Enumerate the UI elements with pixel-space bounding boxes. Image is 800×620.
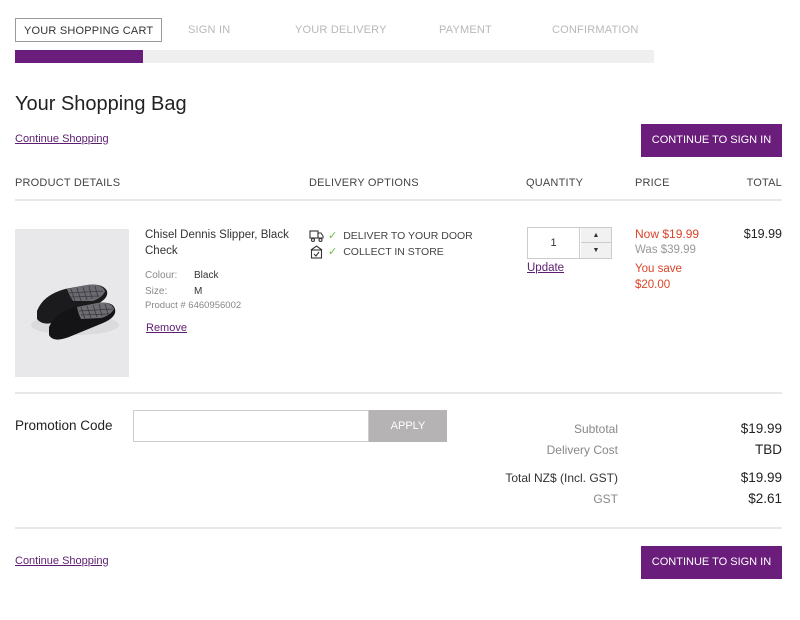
you-save-label: You save — [635, 263, 682, 275]
checkout-steps: YOUR SHOPPING CART SIGN IN YOUR DELIVERY… — [15, 18, 654, 64]
check-icon: ✓ — [328, 230, 338, 242]
colour-label: Colour: — [145, 270, 178, 281]
delivery-option-door-label: DELIVER TO YOUR DOOR — [343, 230, 473, 242]
you-save-amount: $20.00 — [635, 279, 671, 291]
quantity-decrease-button[interactable]: ▼ — [581, 243, 611, 258]
quantity-stepper: ▲ ▼ — [527, 227, 612, 259]
delivery-option-store-label: COLLECT IN STORE — [343, 246, 444, 258]
step-your-delivery: YOUR DELIVERY — [295, 24, 387, 36]
colour-value: Black — [194, 270, 219, 281]
product-image[interactable] — [15, 229, 129, 377]
divider — [15, 392, 782, 394]
size-value: M — [194, 286, 203, 297]
remove-link[interactable]: Remove — [146, 322, 187, 334]
product-number: Product # 6460956002 — [145, 300, 242, 311]
subtotal-value: $19.99 — [740, 421, 782, 436]
slipper-image-icon — [15, 229, 129, 377]
price-was: Was $39.99 — [635, 244, 696, 256]
continue-shopping-link-bottom[interactable]: Continue Shopping — [15, 555, 109, 567]
continue-shopping-link-top[interactable]: Continue Shopping — [15, 133, 109, 145]
promotion-code-label: Promotion Code — [15, 418, 113, 433]
caret-down-icon: ▼ — [592, 247, 600, 254]
delivery-option-door: ✓ DELIVER TO YOUR DOOR — [309, 229, 473, 243]
step-sign-in: SIGN IN — [188, 24, 231, 36]
step-confirmation: CONFIRMATION — [552, 24, 639, 36]
truck-icon — [309, 230, 324, 243]
column-header-total: TOTAL — [746, 177, 782, 189]
quantity-input[interactable] — [528, 228, 580, 258]
delivery-cost-value: TBD — [755, 442, 782, 457]
divider — [15, 199, 782, 201]
store-icon — [310, 245, 323, 259]
apply-button[interactable]: APPLY — [369, 410, 447, 442]
line-total: $19.99 — [743, 227, 782, 241]
delivery-option-store: ✓ COLLECT IN STORE — [309, 245, 444, 259]
step-shopping-cart: YOUR SHOPPING CART — [15, 18, 163, 42]
total-value: $19.99 — [740, 470, 782, 485]
progress-track — [15, 50, 654, 63]
subtotal-label: Subtotal — [573, 422, 618, 436]
price-now: Now $19.99 — [635, 227, 700, 241]
continue-to-sign-in-button-bottom[interactable]: CONTINUE TO SIGN IN — [641, 546, 782, 579]
step-payment: PAYMENT — [439, 24, 492, 36]
product-name[interactable]: Chisel Dennis Slipper, Black Check — [145, 227, 295, 259]
gst-label: GST — [593, 492, 618, 506]
continue-to-sign-in-button-top[interactable]: CONTINUE TO SIGN IN — [641, 124, 782, 157]
update-link[interactable]: Update — [527, 262, 564, 274]
check-icon: ✓ — [328, 246, 338, 258]
column-header-product: PRODUCT DETAILS — [15, 177, 121, 189]
column-header-price: PRICE — [635, 177, 670, 189]
gst-value: $2.61 — [748, 491, 782, 506]
divider — [15, 527, 782, 529]
promotion-code-input[interactable] — [133, 410, 369, 442]
progress-fill — [15, 50, 143, 63]
caret-up-icon: ▲ — [592, 231, 600, 239]
column-header-delivery: DELIVERY OPTIONS — [309, 177, 419, 189]
quantity-increase-button[interactable]: ▲ — [581, 228, 611, 243]
column-header-quantity: QUANTITY — [526, 177, 584, 189]
delivery-cost-label: Delivery Cost — [546, 443, 618, 457]
size-label: Size: — [145, 286, 168, 297]
total-label: Total NZ$ (Incl. GST) — [505, 471, 618, 485]
page-title: Your Shopping Bag — [15, 93, 187, 115]
